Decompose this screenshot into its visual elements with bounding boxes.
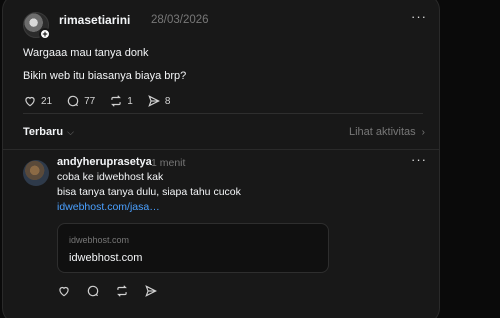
share-button[interactable]: 8 xyxy=(147,94,171,108)
comment-count: 77 xyxy=(84,95,96,107)
repost-icon[interactable] xyxy=(115,284,129,298)
activity-label: Lihat aktivitas xyxy=(349,126,416,138)
divider xyxy=(23,113,423,114)
author-avatar[interactable]: + xyxy=(23,12,51,40)
repost-count: 1 xyxy=(127,95,133,107)
post-text-line: Wargaaa mau tanya donk xyxy=(23,47,149,59)
follow-plus-icon[interactable]: + xyxy=(39,28,51,40)
comment-button[interactable]: 77 xyxy=(66,94,95,108)
like-button[interactable]: 21 xyxy=(23,94,52,108)
sort-label: Terbaru xyxy=(23,126,64,138)
reply-time: 1 menit xyxy=(151,157,186,169)
page-background-right xyxy=(440,0,500,318)
share-count: 8 xyxy=(164,95,171,107)
like-count: 21 xyxy=(41,95,53,107)
link-preview-card[interactable]: idwebhost.com idwebhost.com xyxy=(57,223,329,273)
send-icon xyxy=(148,95,160,107)
reply-actions xyxy=(57,284,173,298)
thread-card: + rimasetiarini 28/03/2026 ··· Wargaaa m… xyxy=(2,0,440,318)
more-icon[interactable]: ··· xyxy=(411,9,427,24)
link-preview-title: idwebhost.com xyxy=(69,252,143,264)
heart-icon xyxy=(25,96,35,107)
heart-icon[interactable] xyxy=(57,284,71,298)
reply-avatar[interactable] xyxy=(23,160,49,186)
post-text-line: Bikin web itu biasanya biaya brp? xyxy=(23,70,187,82)
reply-link[interactable]: idwebhost.com/jasa… xyxy=(57,201,160,213)
more-icon[interactable]: ··· xyxy=(411,152,427,167)
section-divider xyxy=(3,149,439,150)
post-author[interactable]: rimasetiarini xyxy=(59,13,130,27)
link-preview-domain: idwebhost.com xyxy=(69,235,130,245)
comment-icon xyxy=(67,95,79,107)
sort-dropdown[interactable]: Terbaru ⌵ xyxy=(23,126,74,138)
reply-text-line: bisa tanya tanya dulu, siapa tahu cucok xyxy=(57,186,241,198)
reply-author[interactable]: andyheruprasetya xyxy=(57,156,152,168)
post-actions: 21 77 1 8 xyxy=(23,93,184,109)
view-activity-link[interactable]: Lihat aktivitas › xyxy=(349,126,425,138)
reply-text-line: coba ke idwebhost kak xyxy=(57,171,164,183)
repost-icon xyxy=(111,95,122,107)
chevron-down-icon: ⌵ xyxy=(67,126,74,137)
comment-icon[interactable] xyxy=(86,284,100,298)
chevron-right-icon: › xyxy=(421,126,425,138)
post-date: 28/03/2026 xyxy=(151,14,209,26)
send-icon[interactable] xyxy=(144,284,158,298)
repost-button[interactable]: 1 xyxy=(109,94,133,108)
